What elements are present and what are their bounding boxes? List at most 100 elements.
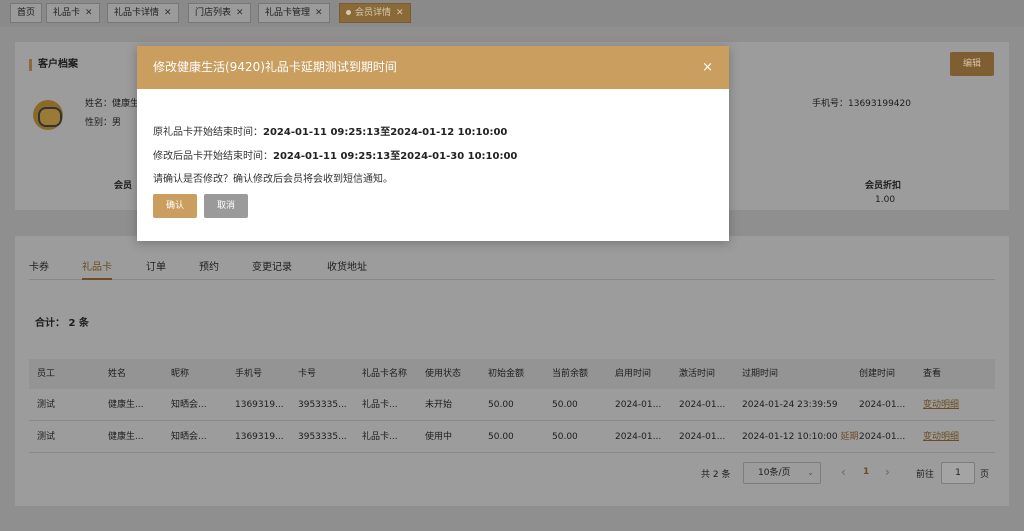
confirm-message: 请确认是否修改？确认修改后会员将会收到短信通知。 xyxy=(153,174,393,185)
cell-staff: 测试 xyxy=(37,400,56,410)
column-header: 创建时间 xyxy=(859,369,896,379)
cell-name: 健康生... xyxy=(108,400,144,410)
column-header: 查看 xyxy=(923,369,942,379)
tab-label: 会员详情 xyxy=(355,8,392,18)
dialog-title: 修改健康生活(9420)礼品卡延期测试到期时间 xyxy=(153,60,397,74)
original-period-label: 原礼品卡开始结束时间： xyxy=(153,127,263,138)
cell-nickname: 知晒会... xyxy=(171,432,207,442)
column-header: 当前余额 xyxy=(552,369,589,379)
active-dot-icon xyxy=(346,10,351,15)
column-header: 员工 xyxy=(37,369,56,379)
column-header: 初始金额 xyxy=(488,369,525,379)
cell-expire-time: 2024-01-24 23:39:59 xyxy=(742,400,838,410)
tab-gift-card-detail[interactable]: 礼品卡详情 ✕ xyxy=(107,3,179,23)
page-size-select[interactable]: 10条/页 ⌄ xyxy=(743,462,821,484)
new-period-value: 2024-01-11 09:25:13至2024-01-30 10:10:00 xyxy=(273,151,518,162)
tab-home[interactable]: 首页 xyxy=(10,3,43,23)
column-header: 卡号 xyxy=(298,369,317,379)
original-period-line: 原礼品卡开始结束时间：2024-01-11 09:25:13至2024-01-1… xyxy=(153,123,507,138)
column-header: 使用状态 xyxy=(425,369,462,379)
expire-time-value: 2024-01-12 10:10:00 xyxy=(742,432,838,442)
tab-label: 首页 xyxy=(17,8,36,18)
tab-gift-card-manage[interactable]: 礼品卡管理 ✕ xyxy=(258,3,330,23)
cell-expire-time: 2024-01-12 10:10:00 延期 xyxy=(742,421,858,453)
column-header: 昵称 xyxy=(171,369,190,379)
member-discount-label: 会员折扣 xyxy=(865,181,902,191)
table-row: 测试 健康生... 知晒会... 1369319... 3953335... 礼… xyxy=(29,421,995,453)
cell-initial-amount: 50.00 xyxy=(488,400,514,410)
subtab-change-log[interactable]: 变更记录 xyxy=(252,258,292,273)
tab-bar: 首页 礼品卡 ✕ 礼品卡详情 ✕ 门店列表 ✕ 礼品卡管理 ✕ 会员详情 ✕ xyxy=(0,0,1024,27)
prev-page-button[interactable]: ‹ xyxy=(841,465,846,479)
cell-staff: 测试 xyxy=(37,432,56,442)
extend-expiry-dialog: 修改健康生活(9420)礼品卡延期测试到期时间 × 原礼品卡开始结束时间：202… xyxy=(137,46,729,241)
cell-balance: 50.00 xyxy=(552,400,578,410)
section-title: 客户档案 xyxy=(29,59,78,71)
tab-gift-card[interactable]: 礼品卡 ✕ xyxy=(46,3,100,23)
member-name: 姓名：健康生 xyxy=(85,99,140,109)
cell-balance: 50.00 xyxy=(552,432,578,442)
subtab-appointments[interactable]: 预约 xyxy=(199,258,219,273)
extend-link[interactable]: 延期 xyxy=(840,432,858,442)
tab-label: 礼品卡管理 xyxy=(265,8,311,18)
cell-enable-time: 2024-01... xyxy=(615,400,662,410)
tab-store-list[interactable]: 门店列表 ✕ xyxy=(188,3,251,23)
new-period-line: 修改后品卡开始结束时间：2024-01-11 09:25:13至2024-01-… xyxy=(153,147,517,162)
column-header: 激活时间 xyxy=(679,369,716,379)
close-icon[interactable]: ✕ xyxy=(164,8,172,18)
column-header: 姓名 xyxy=(108,369,127,379)
confirm-button[interactable]: 确认 xyxy=(153,194,197,218)
cell-card-name: 礼品卡... xyxy=(362,400,398,410)
sub-tabs: 卡券 礼品卡 订单 预约 变更记录 收货地址 xyxy=(29,254,995,280)
table-header: 员工 姓名 昵称 手机号 卡号 礼品卡名称 使用状态 初始金额 当前余额 启用时… xyxy=(29,359,995,389)
chevron-down-icon: ⌄ xyxy=(807,468,814,477)
close-icon[interactable]: ✕ xyxy=(315,8,323,18)
column-header: 过期时间 xyxy=(742,369,779,379)
column-header: 礼品卡名称 xyxy=(362,369,408,379)
cell-phone: 1369319... xyxy=(235,400,284,410)
cell-nickname: 知晒会... xyxy=(171,400,207,410)
pagination-total: 共 2 条 xyxy=(701,470,731,480)
cell-status: 未开始 xyxy=(425,400,453,410)
cell-create-time: 2024-01... xyxy=(859,400,906,410)
subtab-coupons[interactable]: 卡券 xyxy=(29,258,49,273)
edit-button[interactable]: 编辑 xyxy=(950,52,994,76)
member-discount-value: 1.00 xyxy=(875,195,896,205)
column-header: 手机号 xyxy=(235,369,263,379)
cancel-button[interactable]: 取消 xyxy=(204,194,248,218)
goto-suffix: 页 xyxy=(980,470,990,480)
change-detail-link[interactable]: 变动明细 xyxy=(923,389,959,421)
cell-name: 健康生... xyxy=(108,432,144,442)
cell-activate-time: 2024-01... xyxy=(679,400,726,410)
cell-card-no: 3953335... xyxy=(298,400,347,410)
cell-status: 使用中 xyxy=(425,432,453,442)
original-period-value: 2024-01-11 09:25:13至2024-01-12 10:10:00 xyxy=(263,127,508,138)
avatar xyxy=(33,100,63,130)
close-icon[interactable]: ✕ xyxy=(236,8,244,18)
member-level-label: 会员 xyxy=(114,181,133,191)
subtab-address[interactable]: 收货地址 xyxy=(327,258,367,273)
close-icon[interactable]: ✕ xyxy=(396,8,404,18)
column-header: 启用时间 xyxy=(615,369,652,379)
change-detail-link[interactable]: 变动明细 xyxy=(923,421,959,453)
next-page-button[interactable]: › xyxy=(885,465,890,479)
goto-page-input[interactable]: 1 xyxy=(941,462,975,484)
cell-card-name: 礼品卡... xyxy=(362,432,398,442)
subtab-gift-card[interactable]: 礼品卡 xyxy=(82,258,112,280)
cell-enable-time: 2024-01... xyxy=(615,432,662,442)
member-phone: 手机号：13693199420 xyxy=(812,99,911,109)
cell-phone: 1369319... xyxy=(235,432,284,442)
cell-initial-amount: 50.00 xyxy=(488,432,514,442)
subtab-orders[interactable]: 订单 xyxy=(146,258,166,273)
close-icon[interactable]: ✕ xyxy=(85,8,93,18)
detail-panel: 卡券 礼品卡 订单 预约 变更记录 收货地址 合计： 2 条 员工 姓名 昵称 … xyxy=(15,236,1009,506)
page-number-current[interactable]: 1 xyxy=(863,467,869,477)
page-size-value: 10条/页 xyxy=(758,468,791,478)
cell-card-no: 3953335... xyxy=(298,432,347,442)
table-row: 测试 健康生... 知晒会... 1369319... 3953335... 礼… xyxy=(29,389,995,421)
tab-label: 礼品卡 xyxy=(53,8,81,18)
tab-member-detail[interactable]: 会员详情 ✕ xyxy=(339,3,411,23)
member-gender: 性别：男 xyxy=(85,118,122,128)
close-icon[interactable]: × xyxy=(702,46,713,89)
total-count: 合计： 2 条 xyxy=(35,318,89,329)
